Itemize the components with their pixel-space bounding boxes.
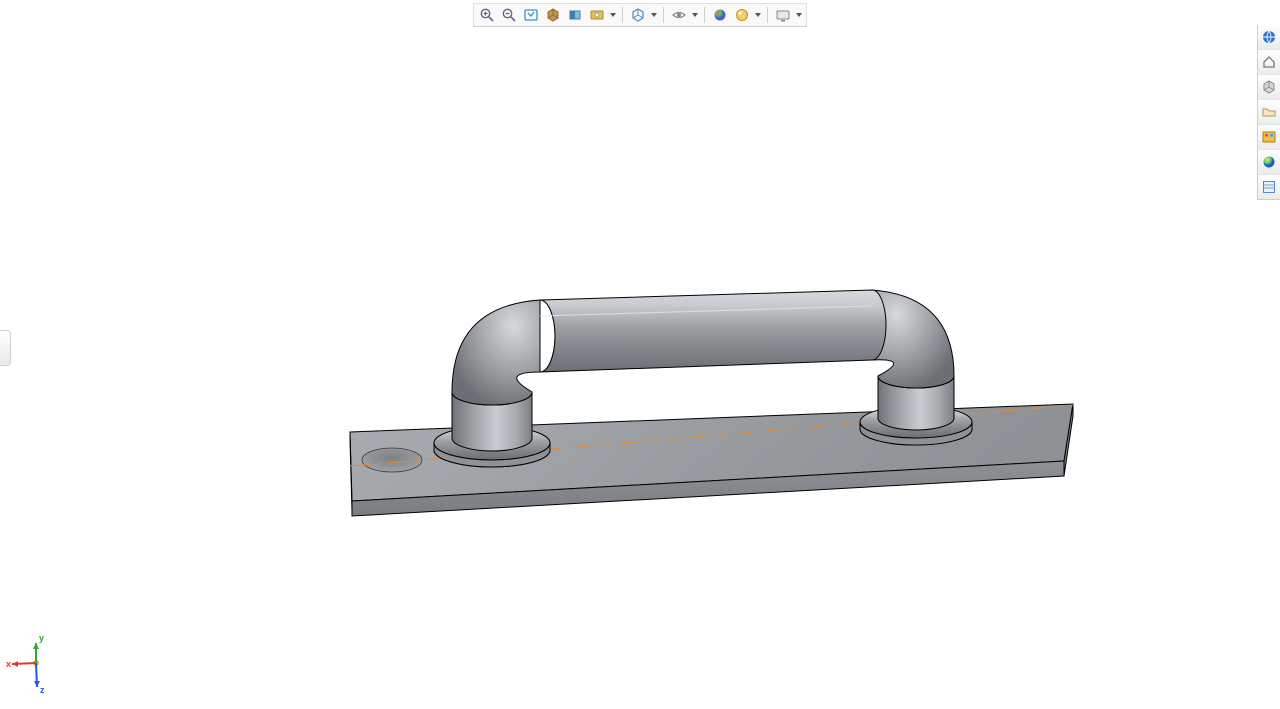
top-tube	[540, 290, 886, 372]
triad-z-label: z	[40, 685, 45, 695]
left-elbow	[452, 300, 555, 405]
view-triad[interactable]: x y z	[6, 635, 62, 697]
triad-y-label: y	[39, 633, 44, 643]
graphics-viewport[interactable]	[0, 0, 1280, 709]
triad-x-label: x	[6, 659, 11, 669]
